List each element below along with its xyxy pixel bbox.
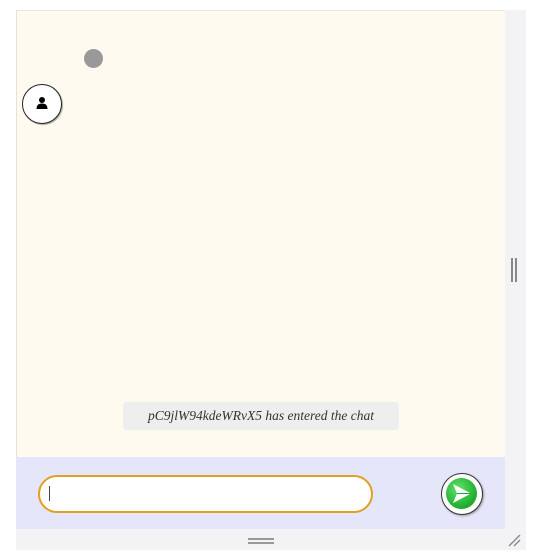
user-icon (36, 97, 48, 109)
horizontal-resize-handle[interactable] (248, 538, 274, 544)
user-avatar (22, 84, 62, 124)
resize-grip-icon[interactable] (507, 533, 521, 547)
message-input[interactable] (38, 475, 373, 513)
text-caret (49, 486, 50, 501)
send-button[interactable] (441, 473, 483, 515)
send-arrow-icon (446, 478, 477, 509)
typing-indicator-dot (84, 49, 103, 68)
system-message-entered-chat: pC9jlW94kdeWRvX5 has entered the chat (123, 402, 399, 430)
vertical-resize-handle[interactable] (511, 258, 517, 282)
chat-messages-area (16, 10, 505, 457)
